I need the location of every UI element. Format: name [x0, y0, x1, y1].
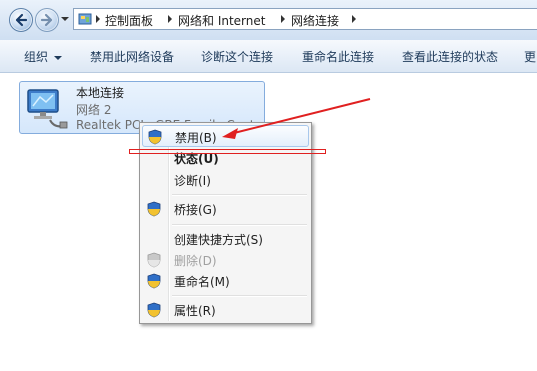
- annotation-highlight-box: [129, 149, 326, 154]
- control-panel-icon: [78, 13, 92, 25]
- command-bar: 组织 禁用此网络设备 诊断这个连接 重命名此连接 查看此连接的状态 更: [0, 40, 537, 73]
- breadcrumb-network-connections[interactable]: 网络连接: [291, 12, 339, 29]
- uac-shield-icon: [148, 129, 162, 145]
- breadcrumb-control-panel[interactable]: 控制面板: [105, 12, 153, 29]
- menu-item-label: 禁用(B): [175, 131, 217, 145]
- menu-item-diagnose[interactable]: 诊断(I): [142, 169, 309, 191]
- menu-item-rename[interactable]: 重命名(M): [142, 270, 309, 292]
- menu-item-label: 删除(D): [174, 254, 217, 268]
- menu-item-label: 重命名(M): [174, 275, 230, 289]
- arrow-left-icon: [15, 13, 28, 27]
- connection-network: 网络 2: [76, 103, 112, 117]
- uac-shield-icon: [147, 201, 161, 217]
- more-button[interactable]: 更: [524, 48, 536, 65]
- view-status-button[interactable]: 查看此连接的状态: [402, 48, 498, 65]
- forward-button[interactable]: [35, 8, 59, 32]
- chevron-down-icon: [54, 55, 63, 60]
- menu-item-label: 桥接(G): [174, 203, 217, 217]
- address-bar: 控制面板 网络和 Internet 网络连接: [0, 0, 537, 41]
- menu-item-properties[interactable]: 属性(R): [142, 299, 309, 321]
- breadcrumb-network-internet[interactable]: 网络和 Internet: [178, 12, 265, 29]
- menu-separator: [172, 295, 307, 297]
- chevron-down-icon[interactable]: [60, 14, 70, 24]
- menu-item-delete: 删除(D): [142, 249, 309, 271]
- organize-button[interactable]: 组织: [24, 48, 63, 65]
- organize-label: 组织: [24, 50, 49, 64]
- menu-item-create-shortcut[interactable]: 创建快捷方式(S): [142, 228, 309, 250]
- uac-shield-icon: [147, 273, 161, 289]
- back-button[interactable]: [9, 8, 33, 32]
- breadcrumb-separator-icon: [168, 15, 172, 23]
- menu-item-label: 属性(R): [174, 304, 216, 318]
- menu-item-disable[interactable]: 禁用(B): [142, 125, 309, 147]
- arrow-right-icon: [40, 13, 53, 27]
- uac-shield-icon: [147, 252, 161, 268]
- menu-separator: [172, 224, 307, 226]
- connection-name: 本地连接: [76, 86, 125, 100]
- disable-device-button[interactable]: 禁用此网络设备: [90, 48, 174, 65]
- menu-item-label: 诊断(I): [174, 174, 211, 188]
- menu-item-label: 创建快捷方式(S): [174, 233, 263, 247]
- breadcrumb[interactable]: 控制面板 网络和 Internet 网络连接: [73, 8, 537, 30]
- network-adapter-icon: [27, 89, 68, 129]
- breadcrumb-separator-icon: [281, 15, 285, 23]
- menu-separator: [172, 194, 307, 196]
- menu-item-bridge[interactable]: 桥接(G): [142, 198, 309, 220]
- breadcrumb-separator-icon: [352, 15, 356, 23]
- uac-shield-icon: [147, 302, 161, 318]
- rename-button[interactable]: 重命名此连接: [302, 48, 374, 65]
- diagnose-button[interactable]: 诊断这个连接: [201, 48, 273, 65]
- breadcrumb-separator-icon: [96, 15, 100, 23]
